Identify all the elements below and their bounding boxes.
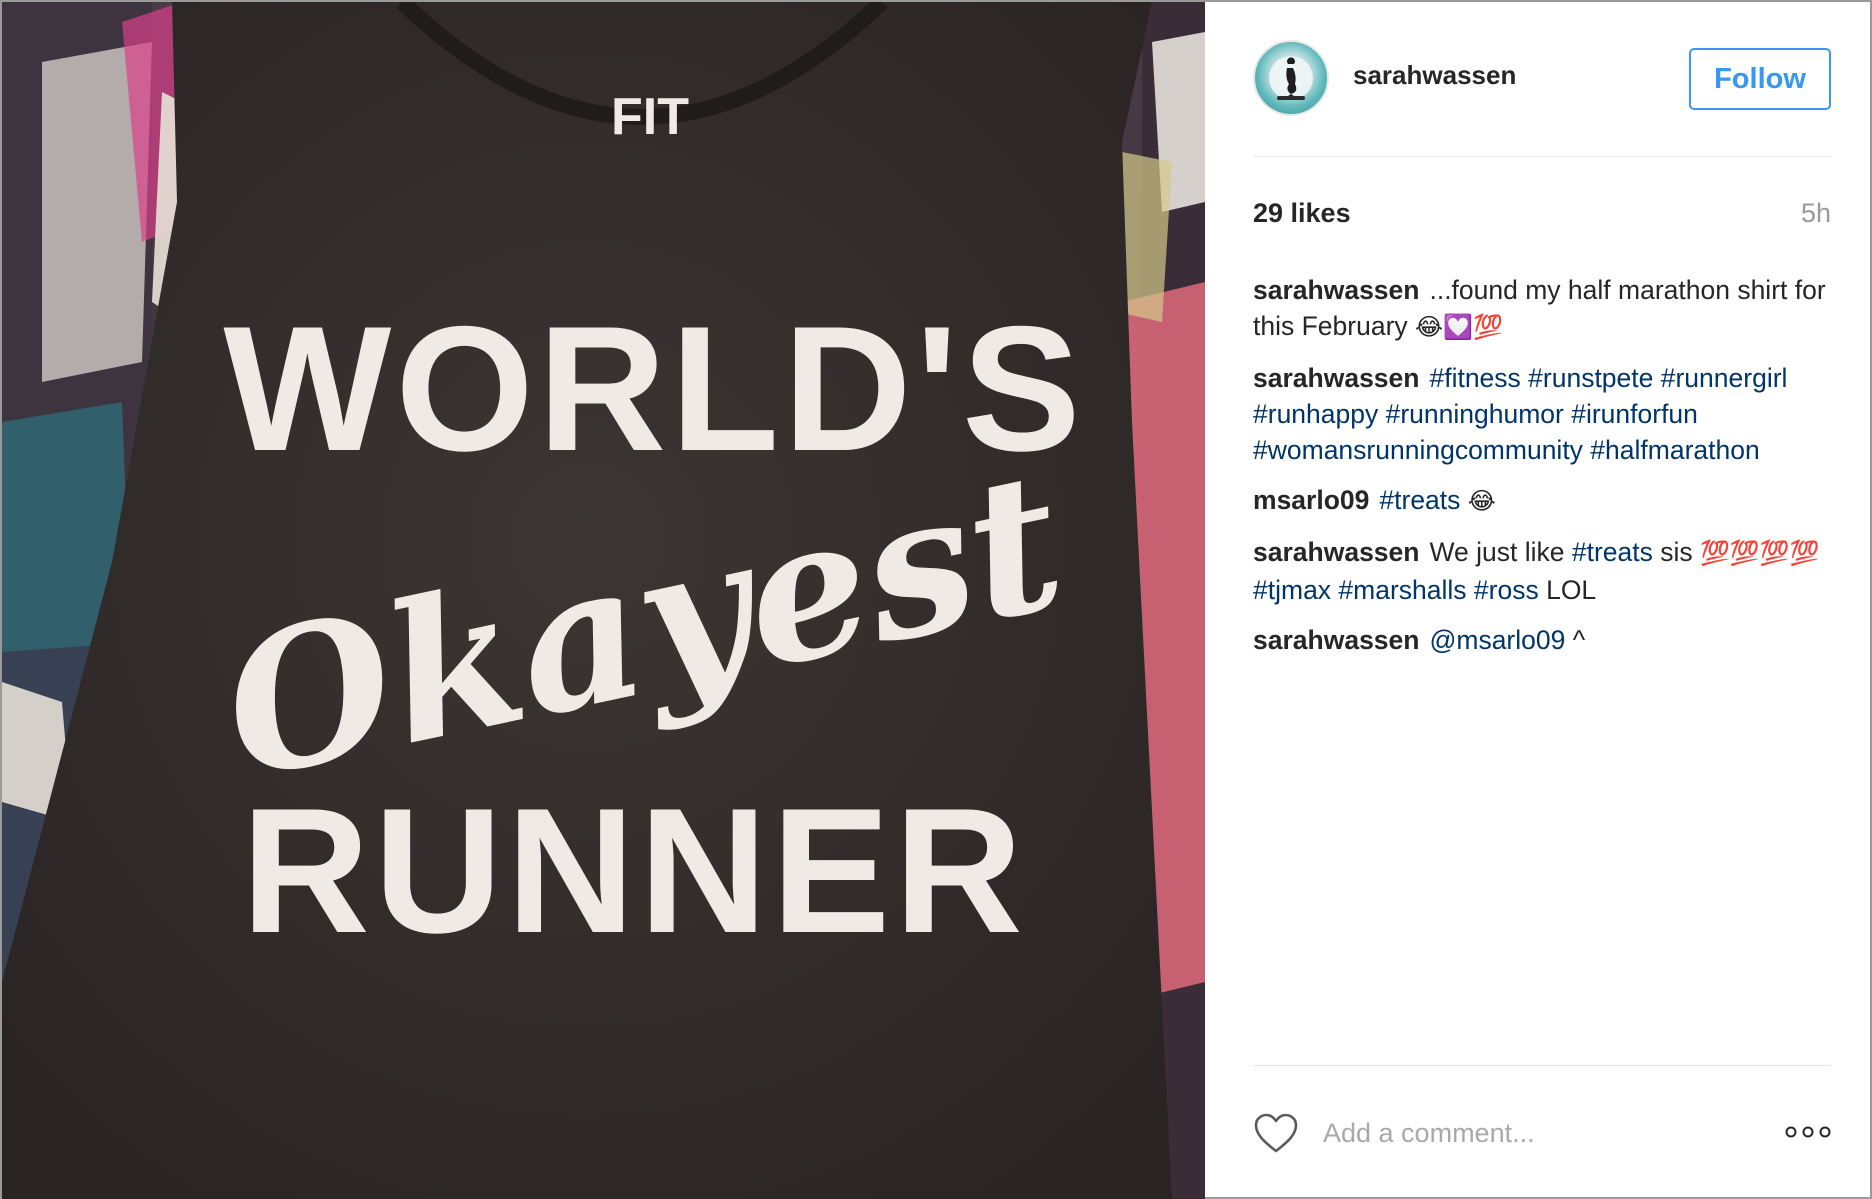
post-timestamp[interactable]: 5h (1801, 198, 1831, 229)
instagram-post-frame: FIT WORLD'S Okayest RUNNER sarahwassen F… (0, 0, 1872, 1199)
comment-text: sis (1660, 537, 1693, 567)
username[interactable]: sarahwassen (1353, 60, 1516, 91)
follow-button[interactable]: Follow (1689, 48, 1831, 110)
footer-divider (1253, 1065, 1831, 1066)
comment-item: msarlo09 #treats 😂 (1253, 482, 1831, 520)
comment-text: We just like (1429, 537, 1565, 567)
comment-hashtag[interactable]: #treats (1572, 537, 1653, 567)
comment-text: LOL (1546, 575, 1597, 605)
shirt-line-runner: RUNNER (241, 771, 1026, 970)
post-header: sarahwassen Follow (1253, 38, 1831, 118)
likes-count[interactable]: 29 likes (1253, 198, 1351, 229)
comment-emojis: 💯💯💯💯 (1700, 540, 1820, 567)
shirt-photo-graphic: FIT WORLD'S Okayest RUNNER (2, 2, 1205, 1199)
comment-hashtag[interactable]: #treats (1379, 485, 1460, 515)
comment-item: sarahwassen @msarlo09 ^ (1253, 622, 1831, 658)
comment-author[interactable]: sarahwassen (1253, 275, 1419, 305)
comment-emojis: 😂💟💯 (1415, 314, 1503, 341)
heart-icon[interactable] (1253, 1112, 1299, 1154)
comment-author[interactable]: sarahwassen (1253, 625, 1419, 655)
comment-text: ^ (1572, 625, 1586, 655)
comment-author[interactable]: sarahwassen (1253, 537, 1419, 567)
header-divider (1253, 156, 1831, 157)
mermaid-avatar-icon (1269, 56, 1313, 100)
comment-item: sarahwassen ...found my half marathon shi… (1253, 272, 1831, 346)
comment-item: sarahwassen #fitness #runstpete #runnergi… (1253, 360, 1831, 468)
comment-item: sarahwassen We just like #treats sis 💯💯💯💯… (1253, 534, 1831, 608)
avatar[interactable] (1253, 40, 1329, 116)
comment-bar (1253, 1102, 1831, 1166)
comment-emoji: 😂 (1467, 488, 1496, 515)
post-photo[interactable]: FIT WORLD'S Okayest RUNNER (2, 2, 1205, 1199)
comment-hashtags[interactable]: #tjmax #marshalls #ross (1253, 575, 1539, 605)
comments-list: sarahwassen ...found my half marathon shi… (1253, 272, 1831, 672)
shirt-top-text: FIT (611, 88, 689, 146)
comment-author[interactable]: sarahwassen (1253, 363, 1419, 393)
comment-input[interactable] (1323, 1110, 1743, 1156)
more-options-icon[interactable] (1785, 1122, 1831, 1142)
comment-author[interactable]: msarlo09 (1253, 485, 1369, 515)
likes-row: 29 likes 5h (1253, 198, 1831, 232)
post-side-panel: sarahwassen Follow 29 likes 5h sarahwass… (1205, 2, 1872, 1199)
comment-mention[interactable]: @msarlo09 (1429, 625, 1565, 655)
